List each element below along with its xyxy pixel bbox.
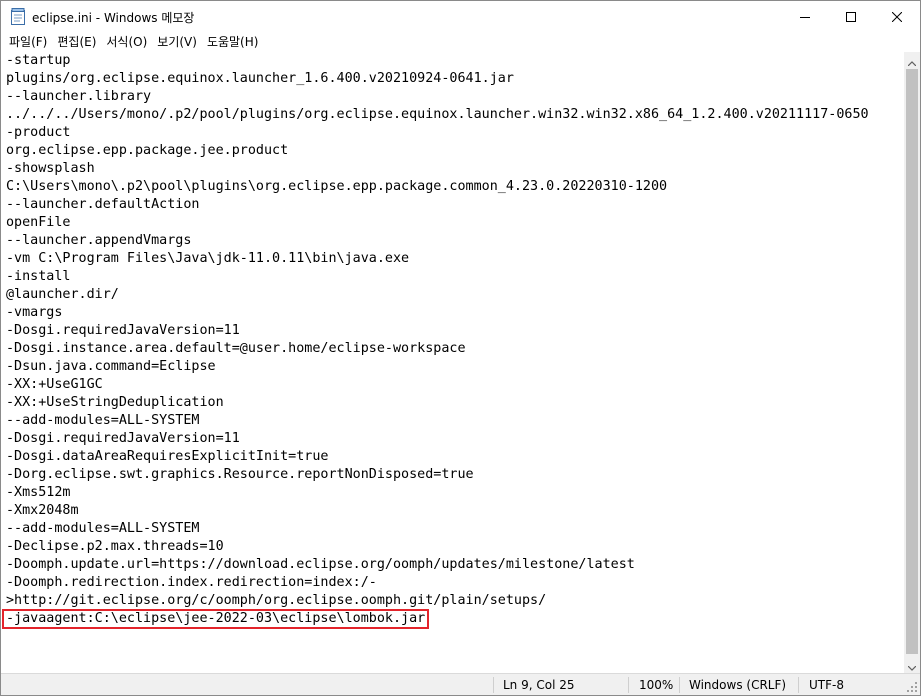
- scroll-up-arrow[interactable]: [904, 52, 920, 68]
- text-line: -Doomph.redirection.index.redirection=in…: [6, 575, 377, 590]
- text-line: -Declipse.p2.max.threads=10: [6, 539, 224, 554]
- text-line: -showsplash: [6, 161, 95, 176]
- text-line: -vm C:\Program Files\Java\jdk-11.0.11\bi…: [6, 251, 410, 266]
- window-title: eclipse.ini - Windows 메모장: [32, 11, 195, 25]
- menu-bar: 파일(F) 편집(E) 서식(O) 보기(V) 도움말(H): [1, 32, 920, 52]
- menu-view[interactable]: 보기(V): [152, 32, 202, 52]
- notepad-icon: [11, 8, 25, 25]
- maximize-button[interactable]: [828, 1, 874, 32]
- text-line: -Dosgi.requiredJavaVersion=11: [6, 323, 240, 338]
- maximize-icon: [846, 11, 856, 22]
- text-line: ../../../Users/mono/.p2/pool/plugins/org…: [6, 107, 869, 122]
- menu-help[interactable]: 도움말(H): [202, 32, 264, 52]
- text-line: -vmargs: [6, 305, 63, 320]
- text-line: -Dosgi.requiredJavaVersion=11: [6, 431, 240, 446]
- text-line: --launcher.defaultAction: [6, 197, 200, 212]
- text-line: -Dosgi.instance.area.default=@user.home/…: [6, 341, 466, 356]
- text-line: org.eclipse.epp.package.jee.product: [6, 143, 289, 158]
- text-line: plugins/org.eclipse.equinox.launcher_1.6…: [6, 71, 514, 86]
- scroll-down-arrow[interactable]: [904, 657, 920, 673]
- text-line: --add-modules=ALL-SYSTEM: [6, 413, 200, 428]
- text-editor[interactable]: -startup plugins/org.eclipse.equinox.laun…: [1, 52, 904, 673]
- text-line: --launcher.appendVmargs: [6, 233, 192, 248]
- text-line: -XX:+UseStringDeduplication: [6, 395, 224, 410]
- status-divider: [679, 677, 680, 693]
- chevron-down-icon: [907, 656, 917, 675]
- title-bar[interactable]: eclipse.ini - Windows 메모장: [1, 1, 920, 32]
- minimize-button[interactable]: [782, 1, 828, 32]
- chevron-up-icon: [907, 51, 917, 70]
- status-divider: [798, 677, 799, 693]
- encoding: UTF-8: [809, 678, 844, 692]
- cursor-position: Ln 9, Col 25: [503, 678, 575, 692]
- text-line: -Doomph.update.url=https://download.ecli…: [6, 557, 635, 572]
- zoom-level: 100%: [639, 678, 674, 692]
- text-line: -XX:+UseG1GC: [6, 377, 103, 392]
- status-divider: [628, 677, 629, 693]
- resize-grip-icon[interactable]: [906, 681, 918, 693]
- text-line: -Xms512m: [6, 485, 71, 500]
- text-line: -product: [6, 125, 71, 140]
- vertical-scrollbar[interactable]: [904, 52, 920, 673]
- minimize-icon: [800, 12, 810, 22]
- menu-file[interactable]: 파일(F): [4, 32, 52, 52]
- notepad-window: eclipse.ini - Windows 메모장 파일(F) 편집(E) 서식…: [0, 0, 921, 696]
- text-line: -Dosgi.dataAreaRequiresExplicitInit=true: [6, 449, 329, 464]
- text-line: --add-modules=ALL-SYSTEM: [6, 521, 200, 536]
- status-bar: Ln 9, Col 25 100% Windows (CRLF) UTF-8: [1, 673, 920, 695]
- text-line: C:\Users\mono\.p2\pool\plugins\org.eclip…: [6, 179, 668, 194]
- text-line: >http://git.eclipse.org/c/oomph/org.ecli…: [6, 593, 547, 608]
- line-ending: Windows (CRLF): [689, 678, 787, 692]
- text-line: -javaagent:C:\eclipse\jee-2022-03\eclips…: [6, 611, 426, 626]
- menu-edit[interactable]: 편집(E): [52, 32, 101, 52]
- text-line: --launcher.library: [6, 89, 152, 104]
- close-icon: [892, 11, 902, 22]
- text-line: -Dorg.eclipse.swt.graphics.Resource.repo…: [6, 467, 474, 482]
- text-line: -Dsun.java.command=Eclipse: [6, 359, 216, 374]
- text-line: -Xmx2048m: [6, 503, 79, 518]
- text-line: -startup: [6, 53, 71, 68]
- close-button[interactable]: [874, 1, 920, 32]
- status-divider: [493, 677, 494, 693]
- text-line: -install: [6, 269, 71, 284]
- menu-format[interactable]: 서식(O): [101, 32, 152, 52]
- text-line: @launcher.dir/: [6, 287, 119, 302]
- scrollbar-thumb[interactable]: [906, 69, 918, 654]
- text-line: openFile: [6, 215, 71, 230]
